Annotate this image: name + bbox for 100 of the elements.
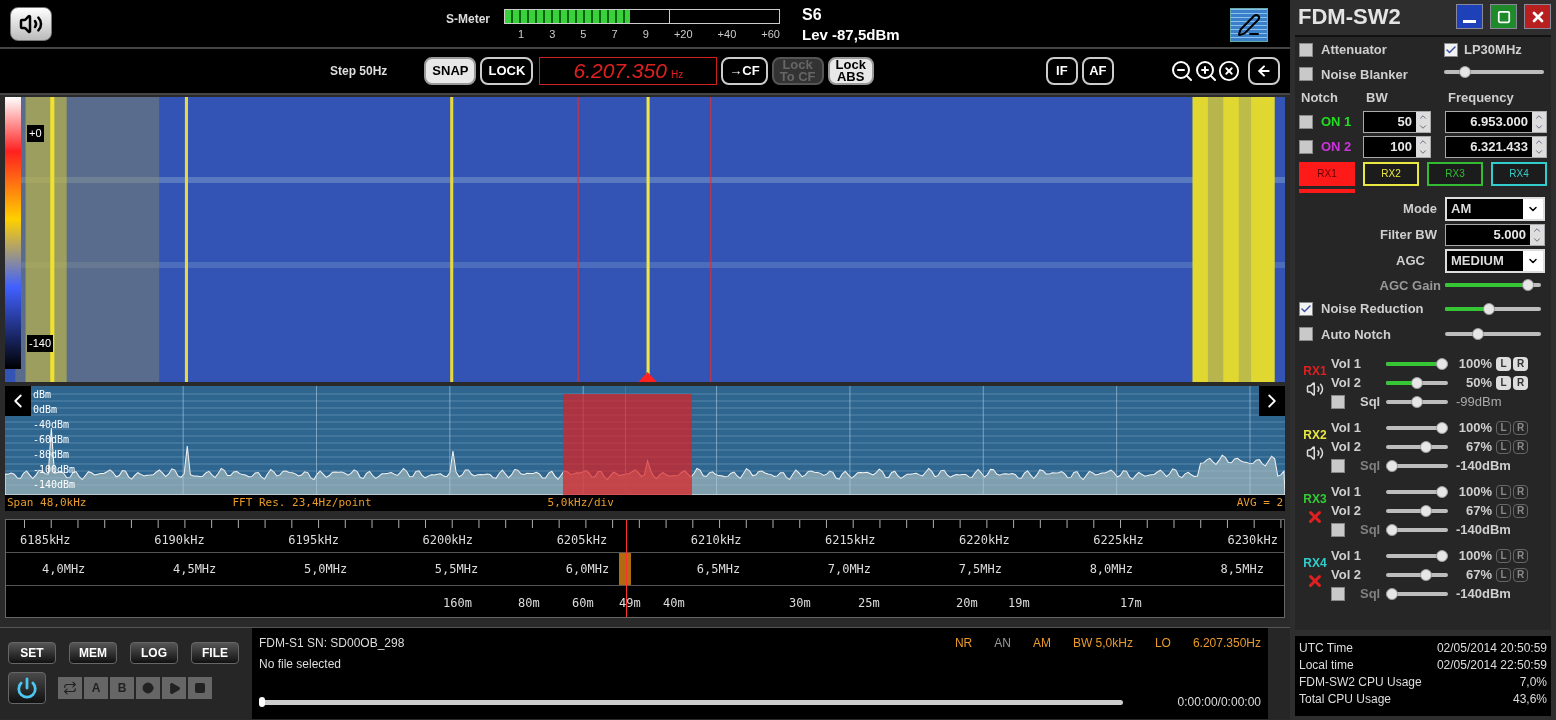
edit-button[interactable] bbox=[1230, 8, 1268, 42]
checkbox[interactable] bbox=[1331, 523, 1345, 537]
slider[interactable] bbox=[1444, 65, 1544, 78]
slider-thumb[interactable] bbox=[1522, 279, 1535, 292]
slider-thumb[interactable] bbox=[1411, 396, 1423, 408]
toolbar-button[interactable]: IF bbox=[1045, 57, 1078, 85]
channel-button[interactable]: R bbox=[1513, 375, 1528, 390]
slider-thumb[interactable] bbox=[1419, 504, 1432, 517]
slider-thumb[interactable] bbox=[1436, 357, 1448, 370]
checkbox[interactable] bbox=[1299, 67, 1313, 82]
channel-button[interactable]: L bbox=[1496, 484, 1511, 499]
scroll-left-button[interactable] bbox=[5, 386, 31, 416]
zoom-reset-icon[interactable] bbox=[1217, 60, 1240, 82]
number-field[interactable]: 50 bbox=[1363, 110, 1431, 133]
power-button[interactable] bbox=[8, 672, 46, 704]
toolbar-button[interactable]: Lock ABS bbox=[827, 57, 874, 85]
speaker-icon[interactable] bbox=[1306, 444, 1324, 462]
slider-thumb[interactable] bbox=[1386, 588, 1398, 600]
slider-thumb[interactable] bbox=[1471, 328, 1484, 341]
channel-button[interactable]: R bbox=[1513, 503, 1528, 518]
slider[interactable] bbox=[1445, 302, 1541, 315]
channel-button[interactable]: R bbox=[1513, 548, 1528, 563]
slider-thumb[interactable] bbox=[1436, 421, 1448, 434]
slider[interactable] bbox=[1386, 421, 1448, 434]
muted-icon[interactable] bbox=[1306, 572, 1324, 590]
slider[interactable] bbox=[1386, 524, 1448, 536]
slider[interactable] bbox=[1386, 440, 1448, 453]
muted-icon[interactable] bbox=[1306, 508, 1324, 526]
channel-button[interactable]: L bbox=[1496, 503, 1511, 518]
slider[interactable] bbox=[1386, 568, 1448, 581]
playback-slider[interactable] bbox=[259, 697, 1123, 707]
channel-button[interactable]: L bbox=[1496, 548, 1511, 563]
number-field[interactable]: 6.953.000 bbox=[1445, 110, 1547, 133]
slider[interactable] bbox=[1386, 357, 1448, 370]
checkbox[interactable] bbox=[1299, 114, 1313, 129]
channel-button[interactable]: L bbox=[1496, 375, 1511, 390]
dropdown[interactable]: AM bbox=[1445, 196, 1545, 221]
number-field[interactable]: 6.321.433 bbox=[1445, 135, 1547, 158]
panel-button[interactable]: FILE bbox=[191, 642, 239, 664]
panel-button[interactable]: MEM bbox=[69, 642, 117, 664]
toolbar-button[interactable]: AF bbox=[1081, 57, 1114, 85]
maximize-button[interactable] bbox=[1490, 4, 1517, 29]
toolbar-button[interactable]: LOCK bbox=[480, 57, 534, 85]
record-button[interactable] bbox=[136, 677, 160, 699]
slider[interactable] bbox=[1386, 504, 1448, 517]
slider[interactable] bbox=[1386, 460, 1448, 472]
panel-button[interactable]: SET bbox=[8, 642, 56, 664]
slider[interactable] bbox=[1386, 376, 1448, 389]
slider-thumb[interactable] bbox=[1458, 65, 1471, 78]
dropdown[interactable]: MEDIUM bbox=[1445, 248, 1545, 273]
channel-button[interactable]: L bbox=[1496, 567, 1511, 582]
toolbar-button[interactable]: SNAP bbox=[424, 57, 477, 85]
minimize-button[interactable] bbox=[1456, 4, 1483, 29]
checkbox[interactable] bbox=[1444, 42, 1458, 57]
channel-button[interactable]: R bbox=[1513, 439, 1528, 454]
checkbox[interactable] bbox=[1299, 327, 1313, 342]
scroll-right-button[interactable] bbox=[1259, 386, 1285, 416]
channel-button[interactable]: L bbox=[1496, 356, 1511, 371]
slider[interactable] bbox=[1445, 328, 1541, 341]
checkbox[interactable] bbox=[1299, 139, 1313, 154]
channel-button[interactable]: L bbox=[1496, 439, 1511, 454]
slider-thumb[interactable] bbox=[1436, 549, 1448, 562]
number-field[interactable]: 100 bbox=[1363, 135, 1431, 158]
toolbar-button[interactable]: →CF bbox=[721, 57, 768, 85]
channel-button[interactable]: R bbox=[1513, 356, 1528, 371]
slider-thumb[interactable] bbox=[259, 697, 265, 707]
slider[interactable] bbox=[1445, 279, 1541, 292]
panel-button[interactable]: LOG bbox=[130, 642, 178, 664]
back-button[interactable] bbox=[1247, 57, 1280, 85]
receiver-tab[interactable]: RX2 bbox=[1363, 161, 1419, 186]
checkbox[interactable] bbox=[1299, 301, 1313, 316]
stop-button[interactable] bbox=[188, 677, 212, 699]
checkbox[interactable] bbox=[1331, 395, 1345, 409]
receiver-tab[interactable]: RX3 bbox=[1427, 161, 1483, 186]
checkbox[interactable] bbox=[1299, 42, 1313, 57]
slider[interactable] bbox=[1386, 485, 1448, 498]
slider[interactable] bbox=[1386, 396, 1448, 408]
loop-button[interactable] bbox=[58, 677, 82, 699]
frequency-display[interactable]: 6.207.350 Hz bbox=[539, 57, 718, 85]
slider-thumb[interactable] bbox=[1411, 376, 1423, 389]
channel-button[interactable]: R bbox=[1513, 484, 1528, 499]
slider-thumb[interactable] bbox=[1436, 485, 1448, 498]
channel-button[interactable]: R bbox=[1513, 567, 1528, 582]
zoom-in-icon[interactable] bbox=[1193, 59, 1218, 83]
zoom-out-icon[interactable] bbox=[1169, 59, 1194, 83]
slider-thumb[interactable] bbox=[1386, 524, 1398, 536]
speaker-icon[interactable] bbox=[1306, 380, 1324, 398]
channel-button[interactable]: L bbox=[1496, 420, 1511, 435]
slider-thumb[interactable] bbox=[1419, 568, 1432, 581]
receiver-tab[interactable]: RX4 bbox=[1491, 161, 1547, 186]
slider-thumb[interactable] bbox=[1386, 460, 1398, 472]
slider[interactable] bbox=[1386, 588, 1448, 600]
slider[interactable] bbox=[1386, 549, 1448, 562]
checkbox[interactable] bbox=[1331, 459, 1345, 473]
number-field[interactable]: 5.000 bbox=[1445, 223, 1545, 246]
play-button[interactable] bbox=[162, 677, 186, 699]
checkbox[interactable] bbox=[1331, 587, 1345, 601]
slider-thumb[interactable] bbox=[1419, 440, 1432, 453]
slider-thumb[interactable] bbox=[1482, 302, 1495, 315]
close-button[interactable] bbox=[1524, 4, 1551, 29]
